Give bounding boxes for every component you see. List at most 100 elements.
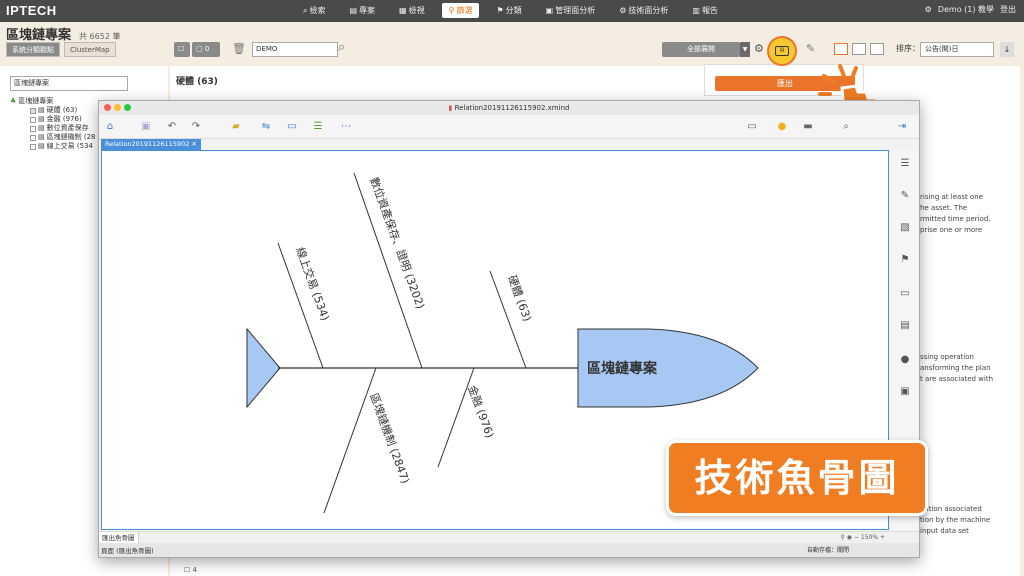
gear-icon: ⚙ <box>619 6 627 15</box>
user-name[interactable]: Demo (1) 教學 <box>938 4 994 15</box>
selected-count[interactable]: ▢ 0 <box>192 42 220 57</box>
undo-icon[interactable]: ↶ <box>165 120 179 133</box>
tab-system-view[interactable]: 系統分類觀點 <box>6 42 60 57</box>
bone-label[interactable]: 區塊鏈機制 (2847) <box>367 391 413 485</box>
image-icon[interactable]: ▧ <box>898 222 912 234</box>
tree-item[interactable]: ▤ 數位資產保存 <box>10 124 96 133</box>
save-icon[interactable]: ▣ <box>139 120 153 133</box>
boundary-icon[interactable]: ▭ <box>285 120 299 133</box>
nav-item-classify[interactable]: ⚑ 分類 <box>489 3 528 18</box>
nav-item-tech-analysis[interactable]: ⚙ 技術面分析 <box>612 3 675 18</box>
sort-select[interactable]: 公告(開)日 <box>920 42 994 57</box>
gear-icon[interactable]: ⚙ <box>754 42 764 55</box>
report-icon: ▥ <box>692 6 700 15</box>
bone-line <box>323 367 377 514</box>
format-brush-icon[interactable]: ✎ <box>898 190 912 202</box>
select-all-checkbox[interactable]: ☐ <box>174 42 190 57</box>
pencil-icon[interactable]: ✎ <box>806 42 815 55</box>
minimize-window-button[interactable] <box>114 104 121 111</box>
nav-item-management-analysis[interactable]: ▣ 管理面分析 <box>539 3 603 18</box>
folder-icon[interactable]: ▰ <box>229 120 243 133</box>
page-title: 區塊鏈專案 <box>6 28 72 43</box>
relationship-icon[interactable]: ⇋ <box>259 120 273 133</box>
project-select[interactable]: 區塊鏈專案 <box>10 76 128 91</box>
bone-label[interactable]: 金融 (976) <box>465 383 497 440</box>
flag-icon: ⚑ <box>496 6 504 15</box>
close-window-button[interactable] <box>104 104 111 111</box>
outline-list-icon[interactable]: ☰ <box>898 158 912 170</box>
export-xmind-button[interactable]: ▤ <box>767 36 797 66</box>
zoom-in-button[interactable]: + <box>880 534 885 541</box>
logout-link[interactable]: 登出 <box>1000 4 1016 15</box>
tree-root[interactable]: ♣ 區塊鏈專案 <box>10 97 96 106</box>
filter-icon[interactable]: ⚲ <box>840 534 844 541</box>
maximize-window-button[interactable] <box>124 104 131 111</box>
bone-label[interactable]: 硬體 (63) <box>505 274 534 324</box>
idea-bulb-icon[interactable]: ● <box>775 120 789 133</box>
tree-item[interactable]: ▤ 硬體 (63) <box>10 106 96 115</box>
project-icon: ▤ <box>349 6 358 15</box>
page-icon: ▢ <box>196 45 205 53</box>
window-title: Relation20191126115902.xmind <box>454 104 570 112</box>
record-snippet: ssing operation ansforming the plan t are … <box>920 353 994 383</box>
zoom-out-button[interactable]: − <box>854 534 859 541</box>
bone-line <box>437 367 475 468</box>
toolbar: 系統分類觀點 ClusterMap ☐ ▢ 0 🗑 DEMO ⌕ 全部展開 ▼ … <box>6 40 1018 60</box>
comment-icon[interactable]: ● <box>898 354 912 366</box>
label-icon[interactable]: ▭ <box>898 288 912 300</box>
search-icon: ⌕ <box>303 6 308 15</box>
view-mode-grid-icon[interactable] <box>870 43 884 55</box>
bone-label[interactable]: 線上交易 (534) <box>293 245 333 322</box>
eye-icon[interactable]: ◉ <box>847 534 852 541</box>
expand-dropdown-arrow[interactable]: ▼ <box>740 42 750 57</box>
tree-item[interactable]: ▤ 線上交易 (534 <box>10 142 96 151</box>
expand-all-button[interactable]: 全部展開 <box>662 42 740 57</box>
settings-icon[interactable]: ⚙ <box>925 5 932 14</box>
redo-icon[interactable]: ↷ <box>189 120 203 133</box>
trash-icon[interactable]: 🗑 <box>232 42 246 55</box>
checkbox[interactable] <box>30 107 36 114</box>
checkbox[interactable] <box>30 143 36 150</box>
search-input[interactable]: DEMO <box>252 42 338 57</box>
checkbox[interactable] <box>30 125 36 132</box>
summary-icon[interactable]: ☰ <box>311 120 325 133</box>
folder-icon: ▤ <box>38 133 45 141</box>
fish-tail <box>246 327 281 409</box>
outline-icon[interactable]: ▬ <box>801 120 815 133</box>
nav-item-search[interactable]: ⌕ 檢索 <box>296 3 332 18</box>
fish-head-label: 區塊鏈專案 <box>587 360 658 377</box>
top-nav: IPTECH ⌕ 檢索 ▤ 專案 ▦ 檢視 ⚲ 篩選 ⚑ 分類 ▣ 管理面分析 ⚙ 技術面分析… <box>0 0 1024 22</box>
more-icon[interactable]: ⋯ <box>339 120 353 133</box>
checkbox[interactable] <box>30 134 36 141</box>
search-icon[interactable]: ⌕ <box>338 40 345 55</box>
checkbox[interactable] <box>30 116 36 123</box>
sort-order-icon[interactable]: ↓ <box>1000 42 1014 57</box>
nav-menu: ⌕ 檢索 ▤ 專案 ▦ 檢視 ⚲ 篩選 ⚑ 分類 ▣ 管理面分析 ⚙ 技術面分析 ▥ 報告 <box>296 3 735 18</box>
category-tree: ♣ 區塊鏈專案 ▤ 硬體 (63) ▤ 金融 (976) ▤ 數位資產保存 ▤ 區塊鏈機制… <box>10 97 96 151</box>
nav-item-report[interactable]: ▥ 報告 <box>685 3 725 18</box>
sheet-file-tab[interactable]: Relation20191126115902 ✕ <box>101 139 201 150</box>
window-title-bar: ▮ Relation20191126115902.xmind <box>99 101 919 115</box>
view-mode-list-icon[interactable] <box>852 43 866 55</box>
notes-icon[interactable]: ▤ <box>898 320 912 332</box>
status-autosave: 自動存檔：關閉 <box>806 547 849 554</box>
record-snippet: rising at least one he asset. The rmitted … <box>920 193 991 234</box>
share-icon[interactable]: ⇥ <box>895 120 909 133</box>
record-snippet: nation associated tion by the machine inpu… <box>920 505 991 535</box>
folder-icon: ▤ <box>38 124 45 132</box>
nav-item-filter[interactable]: ⚲ 篩選 <box>441 3 480 18</box>
title-row: 區塊鏈專案 共 6652 筆 <box>6 24 120 43</box>
presentation-icon[interactable]: ▭ <box>745 120 759 133</box>
tab-clustermap[interactable]: ClusterMap <box>64 42 116 57</box>
home-icon[interactable]: ⌂ <box>103 120 117 133</box>
zoom-search-icon[interactable]: ⌕ <box>839 120 853 133</box>
nav-item-project[interactable]: ▤ 專案 <box>342 3 382 18</box>
tree-item[interactable]: ▤ 區塊鏈機制 (28 <box>10 133 96 142</box>
tree-item[interactable]: ▤ 金融 (976) <box>10 115 96 124</box>
task-clipboard-icon[interactable]: ▣ <box>898 386 912 398</box>
bone-label[interactable]: 數位資產保存、證明 (3202) <box>367 175 428 310</box>
app-logo: IPTECH <box>6 3 57 18</box>
nav-item-view[interactable]: ▦ 檢視 <box>392 3 432 18</box>
view-mode-card-icon[interactable] <box>834 43 848 55</box>
marker-flag-icon[interactable]: ⚑ <box>898 254 912 266</box>
